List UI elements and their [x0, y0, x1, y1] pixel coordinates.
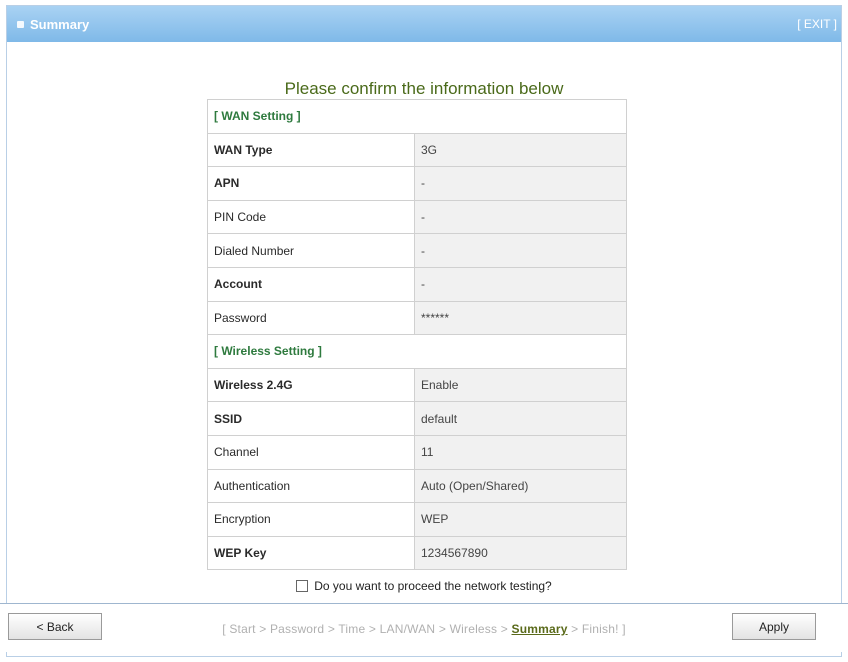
wizard-footer: < Back [ Start > Password > Time > LAN/W…: [0, 604, 848, 652]
step-start: Start: [229, 622, 256, 636]
table-row: SSID default: [207, 401, 627, 436]
table-row: WAN Type 3G: [207, 132, 627, 168]
wireless-section-row: [ Wireless Setting ]: [207, 334, 627, 369]
step-separator: >: [500, 622, 512, 636]
table-row: Wireless 2.4G Enable: [207, 367, 627, 403]
step-separator: >: [438, 622, 450, 636]
network-testing-checkbox[interactable]: [296, 580, 309, 592]
title-bar: Summary [ EXIT ]: [7, 6, 841, 42]
step-wireless: Wireless: [449, 622, 498, 636]
row-value: WEP: [414, 502, 627, 537]
row-label: SSID: [207, 401, 415, 436]
wireless-section-label: [ Wireless Setting ]: [207, 334, 627, 369]
page-heading: Please confirm the information below: [284, 79, 564, 98]
row-value: Auto (Open/Shared): [414, 468, 627, 504]
table-row: Password ******: [207, 300, 627, 336]
wan-section-row: [ WAN Setting ]: [207, 99, 627, 134]
row-label: APN: [207, 166, 415, 201]
step-password: Password: [269, 622, 325, 636]
apply-button[interactable]: Apply: [732, 613, 816, 640]
row-value: -: [414, 166, 627, 201]
wizard-steps: [ Start > Password > Time > LAN/WAN > Wi…: [0, 622, 848, 636]
table-row: Dialed Number -: [207, 233, 627, 268]
row-label: Account: [207, 266, 415, 302]
row-label: Encryption: [207, 502, 415, 537]
row-label: Channel: [207, 434, 415, 470]
row-label: Dialed Number: [207, 233, 415, 268]
row-value: Enable: [414, 367, 627, 403]
wan-section-label: [ WAN Setting ]: [207, 99, 627, 134]
steps-close-bracket: ]: [622, 622, 626, 636]
table-row: Channel 11: [207, 434, 627, 470]
table-row: Authentication Auto (Open/Shared): [207, 468, 627, 504]
row-label: Password: [207, 300, 415, 336]
exit-link[interactable]: [ EXIT ]: [797, 17, 837, 31]
bullet-icon: [17, 21, 24, 28]
window-title: Summary: [17, 17, 89, 32]
step-time: Time: [338, 622, 366, 636]
step-summary: Summary: [511, 622, 568, 636]
step-separator: >: [327, 622, 339, 636]
table-row: Encryption WEP: [207, 502, 627, 537]
table-row: PIN Code -: [207, 199, 627, 235]
step-lan-wan: LAN/WAN: [379, 622, 436, 636]
row-value: default: [414, 401, 627, 436]
step-separator: >: [368, 622, 380, 636]
step-separator: >: [259, 622, 270, 636]
row-label: Authentication: [207, 468, 415, 504]
row-value: 11: [414, 434, 627, 470]
row-value: 1234567890: [414, 535, 627, 571]
row-value: -: [414, 199, 627, 235]
row-value: -: [414, 266, 627, 302]
row-label: WEP Key: [207, 535, 415, 571]
table-row: APN -: [207, 166, 627, 201]
window-title-text: Summary: [30, 17, 90, 32]
row-label: WAN Type: [207, 132, 415, 168]
network-testing-option: Do you want to proceed the network testi…: [0, 579, 848, 593]
table-row: Account -: [207, 266, 627, 302]
row-value: ******: [414, 300, 627, 336]
row-label: PIN Code: [207, 199, 415, 235]
step-finish: Finish!: [581, 622, 619, 636]
summary-table: [ WAN Setting ] WAN Type 3G APN - PIN Co…: [207, 99, 627, 571]
step-separator: >: [571, 622, 582, 636]
network-testing-label: Do you want to proceed the network testi…: [314, 579, 552, 593]
row-value: 3G: [414, 132, 627, 168]
row-value: -: [414, 233, 627, 268]
table-row: WEP Key 1234567890: [207, 535, 627, 571]
row-label: Wireless 2.4G: [207, 367, 415, 403]
